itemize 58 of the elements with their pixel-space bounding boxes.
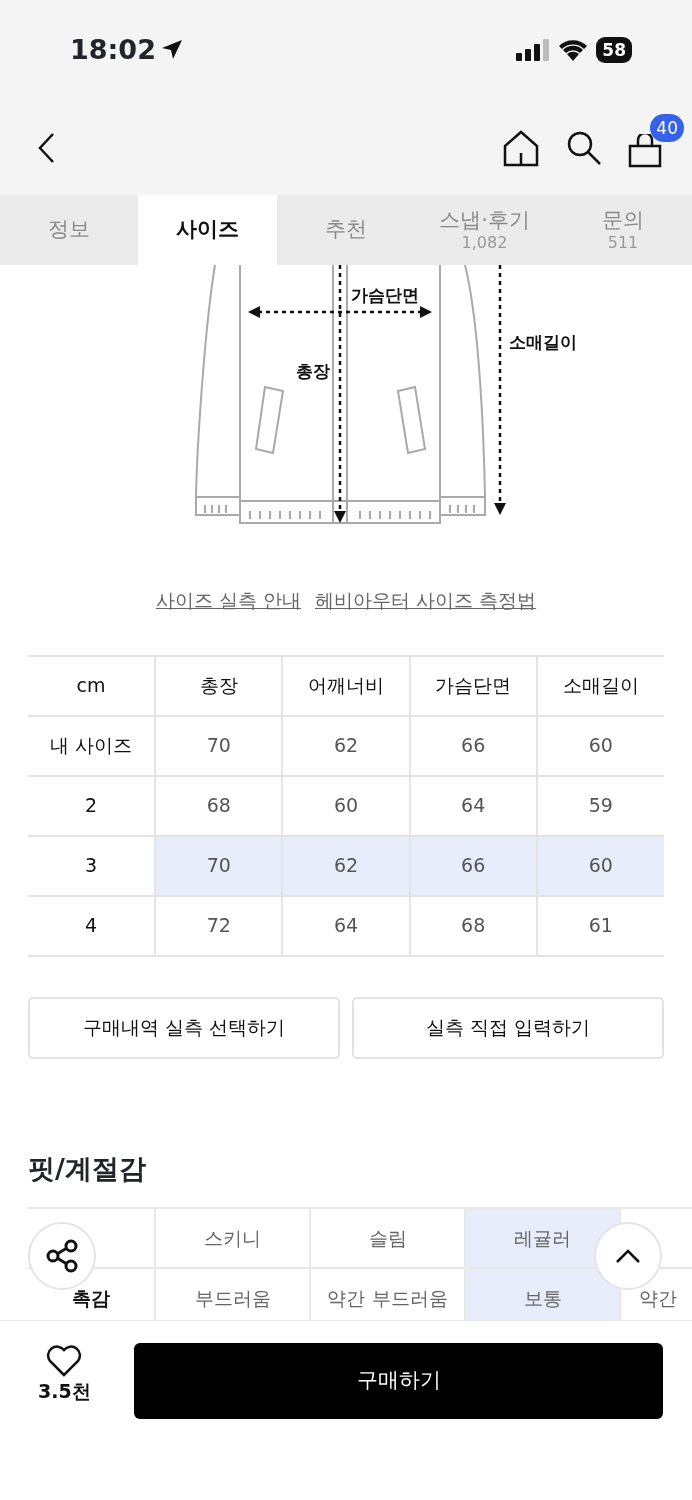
buy-button[interactable]: 구매하기 <box>134 1343 663 1419</box>
table-cell: 62 <box>282 835 410 896</box>
column-header: 가슴단면 <box>409 655 537 716</box>
status-time: 18:02 <box>70 32 156 67</box>
row-header: 2 <box>28 775 156 836</box>
chevron-up-icon <box>615 1248 641 1264</box>
search-button[interactable] <box>566 129 602 166</box>
column-header: cm <box>28 655 156 716</box>
search-icon <box>566 129 602 166</box>
bag-icon <box>628 133 662 168</box>
battery-indicator: 58 <box>596 37 632 63</box>
tab[interactable]: 스냅·후기 1,082 <box>415 195 554 265</box>
column-header: 어깨너비 <box>282 655 410 716</box>
dimension-label: 소매길이 <box>509 332 577 352</box>
tab[interactable]: 추천 <box>277 195 415 265</box>
table-cell: 70 <box>155 835 283 896</box>
like-button[interactable]: 3.5천 <box>38 1345 91 1406</box>
tab[interactable]: 정보 <box>0 195 138 265</box>
tab[interactable]: 문의 511 <box>554 195 692 265</box>
heart-icon <box>46 1345 83 1377</box>
table-cell: 60 <box>536 715 664 776</box>
home-button[interactable] <box>502 128 540 167</box>
table-cell: 68 <box>155 775 283 836</box>
column-header: 총장 <box>155 655 283 716</box>
fit-option: 스키니 <box>155 1208 310 1268</box>
wifi-icon <box>558 39 589 61</box>
guide-link[interactable]: 사이즈 실측 안내 <box>155 586 301 615</box>
tab[interactable]: 사이즈 <box>138 195 277 265</box>
share-icon <box>45 1239 79 1273</box>
table-cell: 72 <box>155 895 283 956</box>
table-cell: 61 <box>536 895 664 956</box>
row-header: 3 <box>28 835 156 896</box>
table-cell: 60 <box>536 835 664 896</box>
table-cell: 66 <box>409 715 537 776</box>
cart-count-badge: 40 <box>650 113 684 142</box>
home-icon <box>502 128 540 167</box>
table-cell: 64 <box>409 775 537 836</box>
dimension-label: 가슴단면 <box>351 285 419 305</box>
guide-link[interactable]: 헤비아우터 사이즈 측정법 <box>315 586 537 615</box>
table-cell: 62 <box>282 715 410 776</box>
back-icon <box>36 131 56 164</box>
fit-option: 레귤러 <box>465 1208 620 1268</box>
table-cell: 70 <box>155 715 283 776</box>
row-header: 내 사이즈 <box>28 715 156 776</box>
table-cell: 64 <box>282 895 410 956</box>
measure-button[interactable]: 구매내역 실측 선택하기 <box>28 996 340 1059</box>
section-title: 핏/계절감 <box>28 1151 147 1186</box>
cart-button[interactable]: 40 <box>628 113 684 168</box>
column-header: 소매길이 <box>536 655 664 716</box>
table-cell: 59 <box>536 775 664 836</box>
measure-button[interactable]: 실측 직접 입력하기 <box>352 996 664 1059</box>
table-cell: 68 <box>409 895 537 956</box>
back-button[interactable] <box>36 131 56 164</box>
table-cell: 66 <box>409 835 537 896</box>
row-header: 4 <box>28 895 156 956</box>
table-cell: 60 <box>282 775 410 836</box>
signal-icon <box>516 39 551 61</box>
dimension-label: 총장 <box>296 361 330 381</box>
